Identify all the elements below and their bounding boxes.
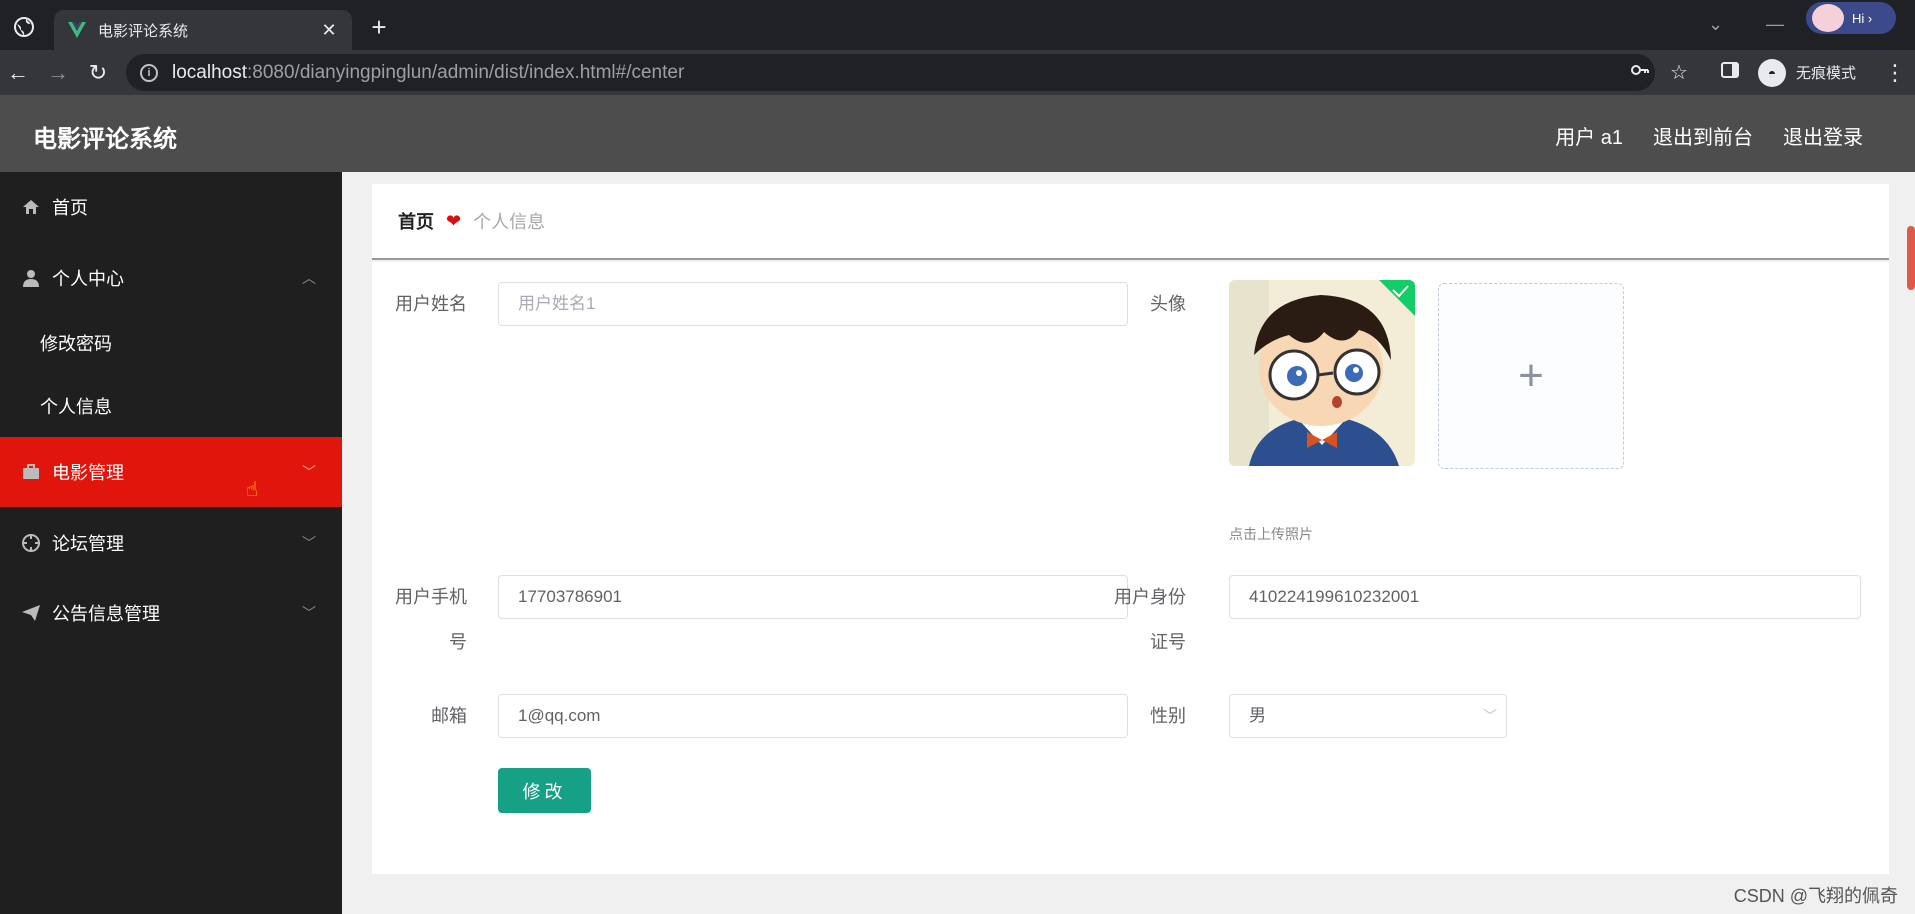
briefcase-icon bbox=[20, 464, 42, 480]
forward-icon[interactable]: → bbox=[45, 60, 71, 86]
minimize-icon[interactable]: — bbox=[1766, 14, 1784, 35]
sidebar-item-label: 个人信息 bbox=[40, 397, 112, 417]
gender-label: 性别 bbox=[1150, 706, 1186, 726]
sidebar-item-label: 首页 bbox=[52, 198, 88, 218]
phone-label: 用户手机 bbox=[395, 587, 467, 607]
hand-cursor-icon: ☝ bbox=[246, 479, 259, 501]
main-content: 首页 ❤ 个人信息 用户姓名 用户姓名1 头像 + 点击上传照片 用户手机 号 … bbox=[342, 172, 1915, 914]
vue-logo-icon bbox=[68, 21, 86, 39]
upload-plus-button[interactable]: + bbox=[1438, 283, 1624, 469]
sidebar-item-label: 电影管理 bbox=[52, 463, 124, 483]
send-icon bbox=[20, 604, 42, 622]
idcard-input[interactable]: 410224199610232001 bbox=[1229, 575, 1861, 619]
sidebar-item-personal-center[interactable]: 个人中心 ︿ bbox=[0, 243, 342, 313]
globe-icon[interactable] bbox=[13, 16, 35, 38]
back-icon[interactable]: ← bbox=[5, 60, 31, 86]
url-input[interactable]: i localhost:8080/dianyingpinglun/admin/d… bbox=[126, 54, 1655, 91]
scrollbar-handle[interactable] bbox=[1907, 226, 1915, 290]
site-info-icon[interactable]: i bbox=[140, 63, 158, 82]
phone-label-continued: 号 bbox=[449, 632, 467, 652]
sidebar-item-label: 修改密码 bbox=[40, 334, 112, 354]
back-to-front-link[interactable]: 退出到前台 bbox=[1653, 121, 1753, 150]
app-header: 电影评论系统 用户 a1 退出到前台 退出登录 bbox=[0, 95, 1915, 172]
incognito-label: 无痕模式 bbox=[1796, 65, 1857, 82]
username-label: 用户姓名 bbox=[395, 294, 467, 314]
sidebar-item-notice-management[interactable]: 公告信息管理 ﹀ bbox=[0, 578, 342, 648]
breadcrumb-current: 个人信息 bbox=[473, 212, 546, 232]
crosshair-icon bbox=[20, 533, 42, 553]
key-icon[interactable] bbox=[1630, 60, 1650, 86]
browser-tab[interactable]: 电影评论系统 ✕ bbox=[54, 10, 352, 50]
browser-address-bar: ← → ↻ i localhost:8080/dianyingpinglun/a… bbox=[0, 50, 1915, 95]
heart-icon: ❤ bbox=[446, 210, 462, 231]
app-title: 电影评论系统 bbox=[33, 126, 177, 153]
idcard-label: 用户身份 bbox=[1114, 587, 1186, 607]
submit-edit-button[interactable]: 修改 bbox=[498, 768, 591, 813]
incognito-icon: ◓ bbox=[1758, 58, 1786, 87]
sidebar-item-forum-management[interactable]: 论坛管理 ﹀ bbox=[0, 508, 342, 578]
logout-link[interactable]: 退出登录 bbox=[1783, 121, 1863, 150]
chevron-up-icon: ︿ bbox=[302, 270, 316, 286]
phone-input[interactable]: 17703786901 bbox=[498, 575, 1128, 619]
tab-title: 电影评论系统 bbox=[98, 22, 189, 40]
sidebar-item-change-password[interactable]: 修改密码 bbox=[0, 313, 342, 373]
watermark-text: CSDN @飞翔的佩奇 bbox=[1733, 886, 1898, 906]
tab-search-icon[interactable]: ⌄ bbox=[1708, 14, 1723, 35]
sidebar-item-label: 论坛管理 bbox=[52, 534, 124, 554]
browser-tab-bar: 电影评论系统 ✕ + ⌄ — Hi › bbox=[0, 0, 1915, 50]
sidebar-item-personal-info[interactable]: 个人信息 bbox=[0, 376, 342, 436]
chevron-down-icon: ﹀ bbox=[302, 605, 316, 621]
bookmark-star-icon[interactable]: ☆ bbox=[1670, 60, 1688, 85]
email-input[interactable]: 1@qq.com bbox=[498, 694, 1128, 738]
sidebar: 首页 个人中心 ︿ 修改密码 个人信息 电影管理 ﹀ 论坛管理 ﹀ 公告信息管理… bbox=[0, 172, 342, 914]
profile-badge-label: Hi › bbox=[1852, 10, 1873, 26]
sidebar-item-movie-management[interactable]: 电影管理 ﹀ bbox=[0, 437, 342, 507]
chevron-down-icon: ﹀ bbox=[302, 535, 316, 551]
gender-select[interactable]: 男 bbox=[1229, 694, 1507, 738]
user-icon bbox=[20, 269, 42, 287]
profile-form: 用户姓名 用户姓名1 头像 + 点击上传照片 用户手机 号 1770378690… bbox=[372, 262, 1889, 874]
reload-icon[interactable]: ↻ bbox=[85, 60, 111, 86]
breadcrumb: 首页 ❤ 个人信息 bbox=[372, 184, 1889, 260]
avatar bbox=[1812, 4, 1844, 32]
idcard-label-continued: 证号 bbox=[1150, 632, 1186, 652]
avatar-label: 头像 bbox=[1150, 294, 1186, 314]
home-icon bbox=[20, 199, 42, 215]
upload-tip: 点击上传照片 bbox=[1229, 526, 1313, 542]
sidebar-item-home[interactable]: 首页 bbox=[0, 172, 342, 242]
email-label: 邮箱 bbox=[431, 706, 467, 726]
plus-icon: + bbox=[1518, 351, 1544, 400]
chevron-down-icon: ﹀ bbox=[302, 464, 316, 480]
avatar-image[interactable] bbox=[1229, 280, 1415, 466]
breadcrumb-home[interactable]: 首页 bbox=[398, 208, 434, 234]
chevron-down-icon: ﹀ bbox=[1483, 708, 1497, 724]
incognito-indicator[interactable]: ◓ 无痕模式 bbox=[1758, 57, 1856, 88]
username-input[interactable]: 用户姓名1 bbox=[498, 282, 1128, 326]
side-panel-icon[interactable] bbox=[1720, 60, 1740, 86]
sidebar-item-label: 公告信息管理 bbox=[52, 604, 160, 624]
current-user-label: 用户 a1 bbox=[1555, 127, 1623, 149]
menu-kebab-icon[interactable]: ⋮ bbox=[1884, 60, 1906, 86]
sidebar-item-label: 个人中心 bbox=[52, 269, 124, 289]
tab-close-icon[interactable]: ✕ bbox=[320, 20, 338, 41]
url-text: localhost:8080/dianyingpinglun/admin/dis… bbox=[172, 61, 685, 83]
new-tab-icon[interactable]: + bbox=[366, 14, 392, 40]
profile-badge[interactable]: Hi › bbox=[1806, 2, 1896, 34]
